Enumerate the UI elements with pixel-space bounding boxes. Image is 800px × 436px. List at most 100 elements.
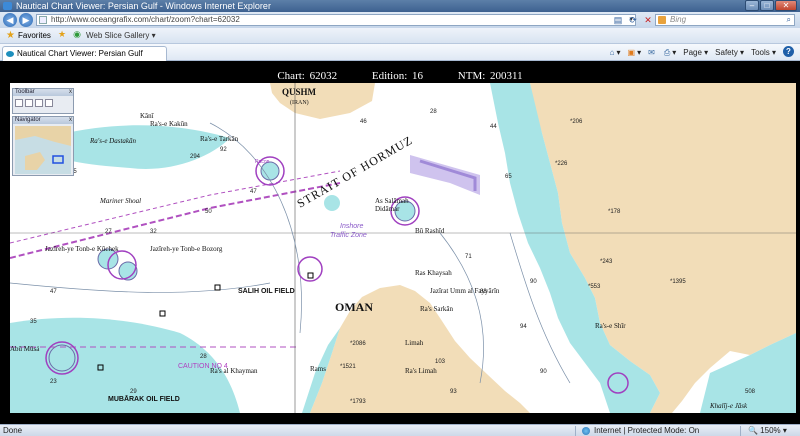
globe-icon — [582, 427, 590, 435]
favorites-star-icon: ★ — [6, 30, 15, 41]
tab-bar: Nautical Chart Viewer: Persian Gulf ⌂ ▾ ▣… — [0, 44, 800, 61]
zoom-level[interactable]: 🔍 150% ▾ — [748, 425, 787, 436]
svg-text:32: 32 — [150, 229, 157, 235]
page-content: Chart: 62032 Edition: 16 NTM: 200311 294… — [0, 61, 800, 424]
nautical-chart-map[interactable]: 294 92 47 46 28 44 65 71 88 90 94 *206 *226 *178 *… — [10, 83, 796, 413]
search-placeholder: Bing — [670, 15, 687, 24]
svg-text:47: 47 — [50, 289, 57, 295]
label-as-salamah: As Salāmah — [375, 197, 409, 205]
home-button[interactable]: ⌂ ▾ — [610, 46, 621, 59]
label-salih-oil-field: SALIH OIL FIELD — [238, 288, 295, 295]
print-tool-icon[interactable] — [45, 99, 53, 107]
svg-text:35: 35 — [30, 319, 37, 325]
label-mariner-shoal: Mariner Shoal — [99, 197, 141, 205]
search-box[interactable]: Bing ⌕ — [655, 14, 795, 26]
navigator-panel-close-icon[interactable]: x — [69, 117, 72, 124]
tab-label: Nautical Chart Viewer: Persian Gulf — [17, 49, 143, 58]
minimap-image — [15, 126, 71, 174]
tab-favicon — [6, 51, 14, 57]
chart-edition: Edition: 16 — [371, 70, 424, 82]
status-divider — [740, 426, 741, 436]
browser-tab[interactable]: Nautical Chart Viewer: Persian Gulf — [2, 46, 167, 61]
label-mubarak-oil-field: MUBĀRAK OIL FIELD — [108, 395, 180, 403]
label-kani: Kānī — [140, 112, 155, 120]
maximize-button[interactable]: □ — [760, 0, 774, 11]
svg-text:*1793: *1793 — [350, 399, 366, 405]
address-toolbar: ◀ ▶ http://www.oceangrafix.com/chart/zoo… — [0, 12, 800, 28]
chart-info-header: Chart: 62032 Edition: 16 NTM: 200311 — [0, 70, 800, 82]
label-limah: Limah — [405, 339, 424, 347]
chart-ntm: NTM: 200311 — [457, 70, 523, 82]
tools-menu[interactable]: Tools ▾ — [751, 46, 776, 59]
svg-text:90: 90 — [540, 369, 547, 375]
svg-text:28: 28 — [200, 354, 207, 360]
svg-text:*226: *226 — [555, 161, 568, 167]
svg-text:23: 23 — [50, 379, 57, 385]
navigator-minimap[interactable] — [15, 126, 71, 174]
status-divider — [575, 426, 576, 436]
svg-text:*243: *243 — [600, 259, 613, 265]
feeds-button[interactable]: ▣ ▾ — [628, 46, 642, 59]
svg-text:50: 50 — [205, 209, 212, 215]
svg-text:*2086: *2086 — [350, 341, 366, 347]
address-url: http://www.oceangrafix.com/chart/zoom?ch… — [51, 15, 240, 24]
bing-icon — [658, 16, 666, 24]
print-button[interactable]: ⎙ ▾ — [664, 46, 676, 59]
svg-text:103: 103 — [435, 359, 446, 365]
forward-button[interactable]: ▶ — [19, 13, 33, 27]
window-title-bar: Nautical Chart Viewer: Persian Gulf - Wi… — [0, 0, 800, 12]
page-menu[interactable]: Page ▾ — [683, 46, 708, 59]
add-favorite-icon[interactable]: ★ — [56, 28, 68, 40]
zoom-in-tool-icon[interactable] — [15, 99, 23, 107]
svg-text:294: 294 — [190, 154, 201, 160]
label-ras-e-dastakan: Ra's-e Dastakān — [89, 137, 137, 145]
rss-icon: ▣ — [627, 48, 636, 57]
address-bar[interactable]: http://www.oceangrafix.com/chart/zoom?ch… — [36, 14, 636, 26]
svg-text:71: 71 — [465, 254, 472, 260]
refresh-icon[interactable]: ⟳ — [627, 14, 639, 26]
page-icon — [39, 16, 47, 24]
svg-text:46: 46 — [360, 119, 367, 125]
favorites-button[interactable]: ★ Favorites — [4, 28, 51, 44]
svg-text:28: 28 — [430, 109, 437, 115]
close-button[interactable]: ✕ — [775, 0, 797, 11]
web-slice-gallery-link[interactable]: Web Slice Gallery ▾ — [84, 28, 156, 44]
svg-text:*206: *206 — [570, 119, 583, 125]
zoom-out-tool-icon[interactable] — [25, 99, 33, 107]
toolbar-panel[interactable]: Toolbar x — [12, 88, 74, 114]
svg-text:*1395: *1395 — [670, 279, 686, 285]
svg-text:47: 47 — [250, 189, 257, 195]
svg-text:27: 27 — [105, 229, 112, 235]
label-tunb-bozorg: Jazīreh-ye Tonb-e Bozorg — [150, 245, 223, 253]
svg-text:90: 90 — [530, 279, 537, 285]
minimize-button[interactable]: – — [745, 0, 759, 11]
printer-icon: ⎙ — [663, 48, 671, 57]
safety-menu[interactable]: Safety ▾ — [715, 46, 744, 59]
back-button[interactable]: ◀ — [3, 13, 17, 27]
toolbar-panel-close-icon[interactable]: x — [69, 89, 72, 96]
compatibility-view-icon[interactable]: ▤ — [612, 14, 624, 26]
svg-text:65: 65 — [505, 174, 512, 180]
help-icon[interactable]: ? — [783, 46, 794, 57]
suggested-sites-icon[interactable]: ◉ — [71, 28, 83, 40]
security-zone[interactable]: Internet | Protected Mode: On — [582, 425, 699, 436]
toolbar-panel-title: Toolbar — [13, 89, 73, 96]
label-rams: Rams — [310, 365, 326, 373]
label-ras-e-tarkan: Ra's-e Tarkān — [200, 135, 239, 143]
navigator-panel[interactable]: Navigator x — [12, 116, 74, 176]
label-ras-khaysah: Ras Khaysah — [415, 269, 452, 277]
svg-text:*553: *553 — [588, 284, 601, 290]
label-abu-musa: Abū Mūsá — [10, 345, 40, 353]
search-icon[interactable]: ⌕ — [787, 15, 791, 25]
home-icon: ⌂ — [609, 48, 615, 57]
read-mail-button[interactable]: ✉ — [648, 46, 657, 59]
label-bu-rashid: Bū Rashīd — [415, 227, 445, 235]
stop-icon[interactable]: ✕ — [642, 14, 654, 26]
label-jazirat-umm: Jazīrat Umm al Fayyārīn — [430, 287, 500, 295]
ie-icon — [3, 2, 12, 10]
label-racon: Racon — [255, 159, 270, 165]
pan-tool-icon[interactable] — [35, 99, 43, 107]
chart-image: 2949247 462844 657188 9094*206 *226*178*… — [10, 83, 796, 413]
label-ras-e-shir: Ra's-e Shīr — [595, 322, 626, 330]
chart-number: Chart: 62032 — [277, 70, 338, 82]
